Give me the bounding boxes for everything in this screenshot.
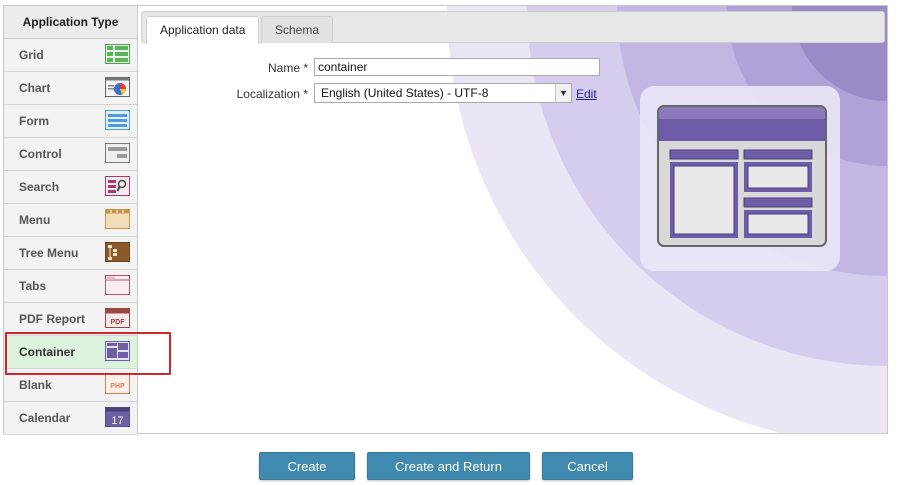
tab-schema[interactable]: Schema	[261, 16, 334, 43]
tree-menu-icon	[105, 242, 130, 262]
tabs-icon	[105, 275, 130, 295]
svg-text:17: 17	[111, 415, 123, 427]
create-and-return-button[interactable]: Create and Return	[367, 452, 530, 480]
svg-text:PDF: PDF	[111, 319, 126, 326]
tab-application-data[interactable]: Application data	[146, 16, 260, 44]
sidebar-item-chart[interactable]: Chart	[4, 72, 137, 105]
localization-select[interactable]: English (United States) - UTF-8 ▼	[314, 83, 572, 103]
name-field[interactable]	[314, 58, 600, 76]
sidebar-item-search[interactable]: Search	[4, 171, 137, 204]
sidebar-item-label: Tabs	[19, 279, 47, 293]
sidebar-item-grid[interactable]: Grid	[4, 39, 137, 72]
edit-localization-link[interactable]: Edit	[576, 87, 597, 101]
sidebar-item-calendar[interactable]: Calendar 17	[4, 402, 137, 435]
sidebar-item-tree-menu[interactable]: Tree Menu	[4, 237, 137, 270]
sidebar-item-menu[interactable]: Menu	[4, 204, 137, 237]
container-preview-icon	[640, 86, 840, 271]
create-button[interactable]: Create	[259, 452, 355, 480]
sidebar-item-label: Chart	[19, 81, 51, 95]
sidebar-item-container[interactable]: Container	[4, 336, 137, 369]
sidebar-item-blank[interactable]: Blank PHP	[4, 369, 137, 402]
name-label: Name *	[267, 61, 308, 75]
application-type-sidebar: Application Type Grid Chart Form Control…	[4, 6, 138, 435]
sidebar-item-label: Grid	[19, 48, 44, 62]
form-icon	[105, 110, 130, 130]
sidebar-header: Application Type	[4, 6, 137, 39]
menu-icon	[105, 209, 130, 229]
localization-label: Localization *	[236, 87, 308, 101]
svg-text:PHP: PHP	[110, 383, 125, 390]
sidebar-item-label: PDF Report	[19, 312, 85, 326]
control-icon	[105, 143, 130, 163]
calendar-icon: 17	[105, 407, 130, 427]
container-icon	[105, 341, 130, 361]
app-frame: Application Type Grid Chart Form Control…	[3, 5, 888, 435]
blank-php-icon: PHP	[105, 374, 130, 394]
tab-bar: Application data Schema	[141, 11, 885, 44]
sidebar-item-label: Container	[19, 345, 76, 359]
sidebar-item-label: Tree Menu	[19, 246, 79, 260]
grid-icon	[105, 44, 130, 64]
sidebar-item-label: Menu	[19, 213, 51, 227]
sidebar-item-label: Search	[19, 180, 60, 194]
main-panel: Application data Schema Name * Localizat…	[138, 6, 887, 433]
sidebar-item-label: Form	[19, 114, 49, 128]
sidebar-item-form[interactable]: Form	[4, 105, 137, 138]
chevron-down-icon[interactable]: ▼	[555, 84, 571, 102]
pdf-report-icon: PDF	[105, 308, 130, 328]
sidebar-item-label: Control	[19, 147, 62, 161]
chart-icon	[105, 77, 130, 97]
sidebar-item-tabs[interactable]: Tabs	[4, 270, 137, 303]
sidebar-item-label: Calendar	[19, 411, 71, 425]
sidebar-item-pdf-report[interactable]: PDF Report PDF	[4, 303, 137, 336]
localization-selected-value: English (United States) - UTF-8	[321, 86, 489, 100]
cancel-button[interactable]: Cancel	[542, 452, 633, 480]
sidebar-item-label: Blank	[19, 378, 52, 392]
search-icon	[105, 176, 130, 196]
sidebar-item-control[interactable]: Control	[4, 138, 137, 171]
